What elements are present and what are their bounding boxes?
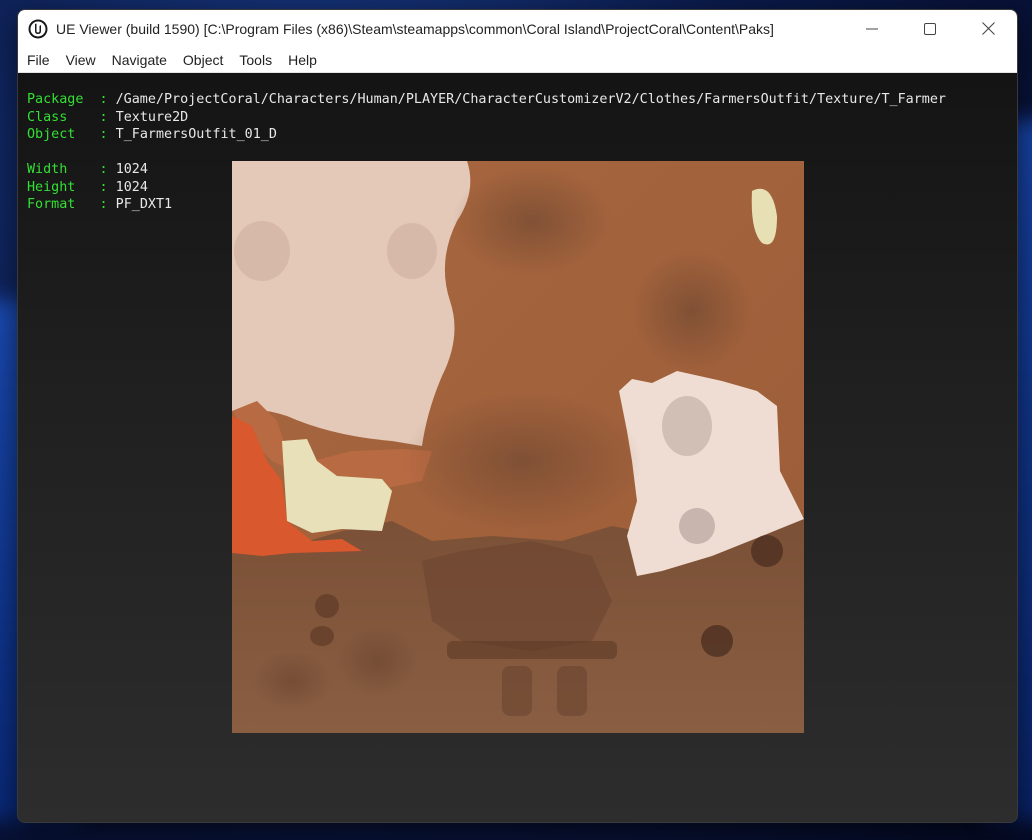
menu-file[interactable]: File <box>18 52 58 68</box>
maximize-icon <box>924 22 936 35</box>
texture-preview <box>232 161 804 733</box>
texture-viewport[interactable]: Package : /Game/ProjectCoral/Characters/… <box>18 73 1017 822</box>
object-value: T_FarmersOutfit_01_D <box>115 127 277 142</box>
width-line: Width : 1024 <box>27 161 148 179</box>
class-line: Class : Texture2D <box>27 109 188 127</box>
app-window: UE Viewer (build 1590) [C:\Program Files… <box>17 9 1018 823</box>
package-sep: : <box>91 92 116 107</box>
width-label: Width <box>27 162 68 177</box>
class-label: Class <box>27 109 68 125</box>
height-line: Height : 1024 <box>27 179 148 197</box>
maximize-button[interactable] <box>901 10 959 47</box>
height-label: Height <box>27 179 76 195</box>
class-value: Texture2D <box>115 109 189 125</box>
window-title: UE Viewer (build 1590) [C:\Program Files… <box>56 20 774 37</box>
title-bar[interactable]: UE Viewer (build 1590) [C:\Program Files… <box>18 10 1017 47</box>
minimize-icon <box>866 28 878 29</box>
class-sep: : <box>91 109 116 125</box>
object-label: Object <box>27 127 76 142</box>
package-value: /Game/ProjectCoral/Characters/Human/PLAY… <box>115 92 946 107</box>
menu-help[interactable]: Help <box>280 52 325 68</box>
menu-object[interactable]: Object <box>175 52 231 68</box>
format-value: PF_DXT1 <box>115 197 173 212</box>
width-value: 1024 <box>115 162 148 177</box>
menu-bar: File View Navigate Object Tools Help <box>18 47 1017 73</box>
format-label: Format <box>27 197 76 212</box>
menu-view[interactable]: View <box>58 52 104 68</box>
ue-logo-icon <box>28 19 48 39</box>
menu-navigate[interactable]: Navigate <box>104 52 175 68</box>
height-sep: : <box>91 179 116 195</box>
object-line: Object : T_FarmersOutfit_01_D <box>27 126 277 144</box>
package-label: Package <box>27 92 84 107</box>
width-sep: : <box>91 162 116 177</box>
menu-tools[interactable]: Tools <box>231 52 280 68</box>
close-icon <box>981 22 995 35</box>
window-controls <box>843 10 1017 47</box>
height-value: 1024 <box>115 179 148 195</box>
format-line: Format : PF_DXT1 <box>27 196 172 214</box>
minimize-button[interactable] <box>843 10 901 47</box>
format-sep: : <box>91 197 116 212</box>
close-button[interactable] <box>959 10 1017 47</box>
object-sep: : <box>91 127 116 142</box>
package-line: Package : /Game/ProjectCoral/Characters/… <box>27 91 946 109</box>
